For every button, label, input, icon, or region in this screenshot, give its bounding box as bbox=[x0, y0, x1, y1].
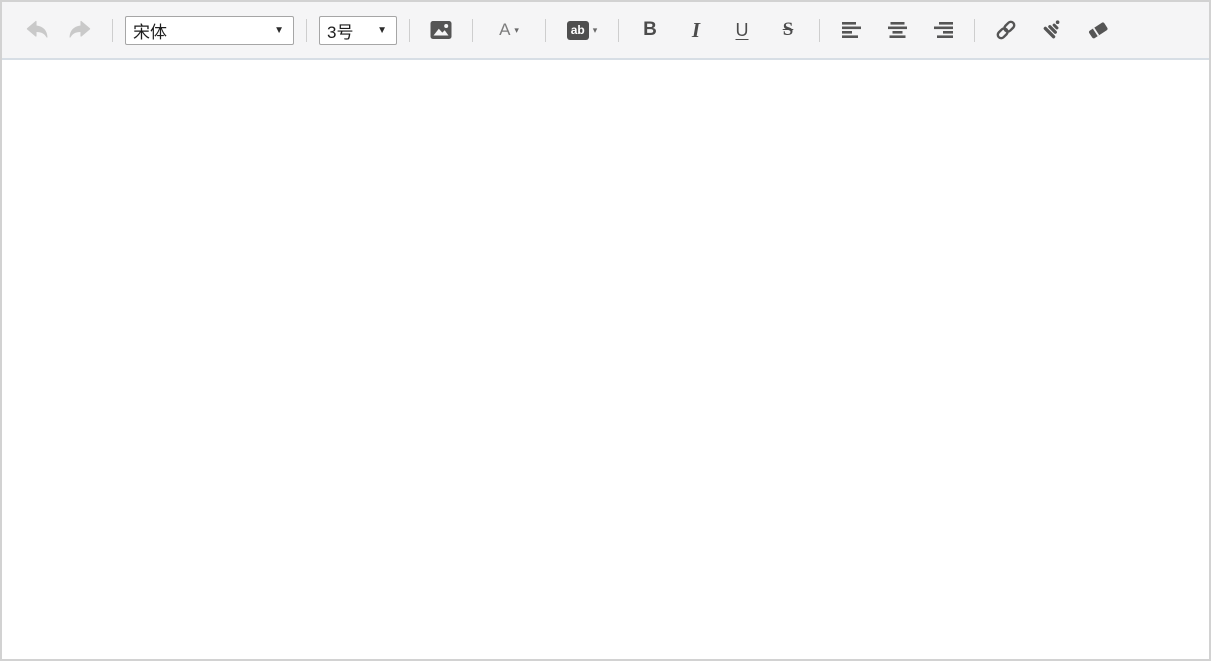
editor-toolbar: 宋体 ▼ 3号 ▼ A ▾ ab ▾ B I U S bbox=[2, 2, 1209, 60]
font-family-select[interactable]: 宋体 ▼ bbox=[125, 15, 294, 45]
dropdown-arrow-icon: ▼ bbox=[377, 24, 387, 36]
strikethrough-label: S bbox=[782, 19, 794, 40]
toolbar-separator bbox=[545, 18, 546, 42]
highlight-color-label: ab bbox=[566, 20, 589, 40]
rich-text-editor: 宋体 ▼ 3号 ▼ A ▾ ab ▾ B I U S bbox=[0, 0, 1211, 661]
align-right-icon bbox=[933, 22, 953, 38]
toolbar-separator bbox=[112, 18, 113, 42]
align-left-icon bbox=[841, 22, 861, 38]
link-icon bbox=[996, 20, 1016, 40]
redo-arrow-icon bbox=[69, 20, 90, 38]
underline-button[interactable]: U bbox=[725, 13, 759, 47]
font-size-value: 3号 bbox=[327, 22, 354, 42]
image-icon bbox=[430, 21, 452, 39]
font-color-label: A bbox=[499, 20, 511, 39]
caret-down-icon: ▾ bbox=[514, 24, 519, 35]
link-button[interactable] bbox=[989, 13, 1023, 47]
toolbar-separator bbox=[819, 18, 820, 42]
strikethrough-button[interactable]: S bbox=[771, 13, 805, 47]
italic-label: I bbox=[691, 17, 701, 42]
format-brush-button[interactable] bbox=[1035, 13, 1069, 47]
toolbar-separator bbox=[472, 18, 473, 42]
bold-button[interactable]: B bbox=[633, 13, 667, 47]
brush-icon bbox=[1043, 20, 1060, 39]
font-size-select[interactable]: 3号 ▼ bbox=[319, 15, 397, 45]
bold-label: B bbox=[643, 19, 657, 40]
toolbar-separator bbox=[974, 18, 975, 42]
align-right-button[interactable] bbox=[926, 13, 960, 47]
toolbar-separator bbox=[618, 18, 619, 42]
editor-content[interactable] bbox=[2, 60, 1209, 659]
insert-image-button[interactable] bbox=[424, 13, 458, 47]
caret-down-icon: ▾ bbox=[592, 24, 598, 35]
font-color-button[interactable]: A ▾ bbox=[487, 13, 531, 47]
italic-button[interactable]: I bbox=[679, 13, 713, 47]
align-center-icon bbox=[887, 22, 907, 38]
undo-arrow-icon bbox=[26, 20, 47, 38]
dropdown-arrow-icon: ▼ bbox=[274, 24, 284, 36]
eraser-button[interactable] bbox=[1081, 13, 1115, 47]
toolbar-separator bbox=[306, 18, 307, 42]
undo-button[interactable] bbox=[18, 13, 52, 47]
align-center-button[interactable] bbox=[880, 13, 914, 47]
align-left-button[interactable] bbox=[834, 13, 868, 47]
underline-label: U bbox=[735, 19, 749, 40]
font-family-value: 宋体 bbox=[133, 22, 167, 42]
eraser-icon bbox=[1089, 22, 1108, 39]
redo-button[interactable] bbox=[64, 13, 98, 47]
toolbar-separator bbox=[409, 18, 410, 42]
highlight-color-button[interactable]: ab ▾ bbox=[560, 13, 604, 47]
